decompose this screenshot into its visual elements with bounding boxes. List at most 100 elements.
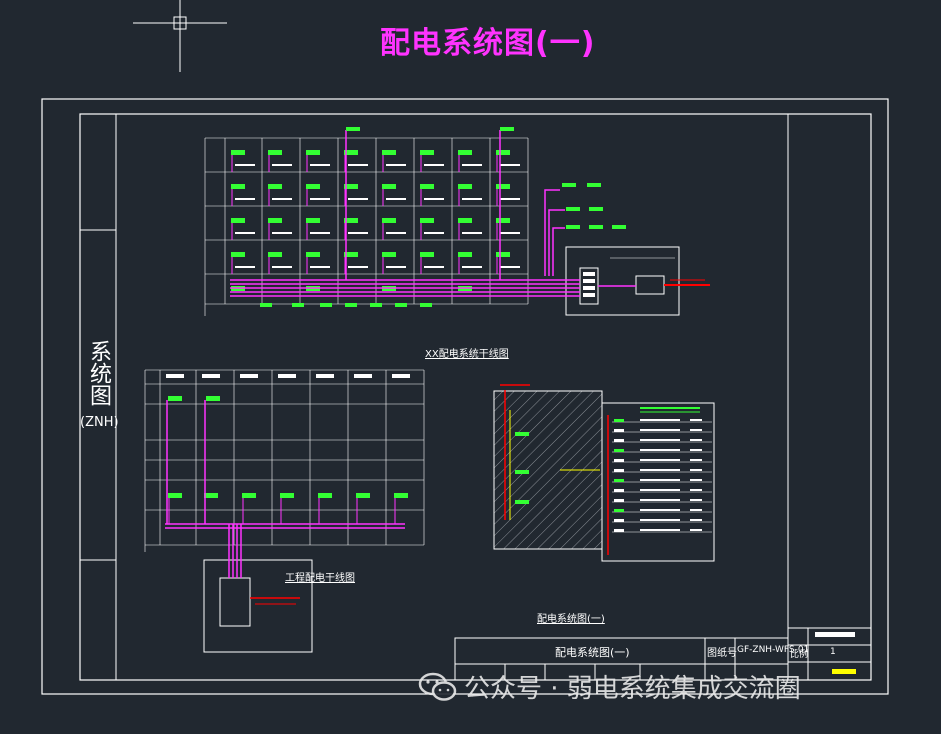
panel-text [500, 232, 520, 234]
column-header [202, 374, 220, 378]
circuit-text [640, 459, 680, 461]
circuit-text [690, 419, 702, 421]
panel-text [424, 266, 444, 268]
panel-text [462, 164, 482, 166]
sidebar-title: 系统图 (ZNH) [80, 340, 119, 432]
panel-label [242, 493, 256, 498]
circuit-text [690, 499, 702, 501]
circuit-text [640, 529, 680, 531]
circuit-text [690, 449, 702, 451]
panel-label [496, 184, 510, 189]
panel-label [458, 252, 472, 257]
panel-label [306, 252, 320, 257]
panel-label [420, 303, 432, 307]
circuit-label [614, 479, 624, 482]
panel-label [306, 184, 320, 189]
panel-label [231, 218, 245, 223]
circuit-label [614, 529, 624, 532]
crosshair-cursor-icon [133, 0, 227, 72]
panel-text [386, 232, 406, 234]
circuit-label [614, 509, 624, 512]
circuit-label [614, 419, 624, 422]
circuit-text [640, 449, 680, 451]
circuit-label [614, 499, 624, 502]
circuit-label [614, 489, 624, 492]
panel-text [235, 266, 255, 268]
panel-label [496, 218, 510, 223]
panel-label [420, 150, 434, 155]
circuit-label [614, 429, 624, 432]
panel-text [310, 232, 330, 234]
circuit-label [614, 469, 624, 472]
column-header [278, 374, 296, 378]
panel-label [382, 184, 396, 189]
panel-label [458, 218, 472, 223]
watermark-text: 公众号 · 弱电系统集成交流圈 [464, 674, 801, 704]
column-header [354, 374, 372, 378]
panel-label [306, 150, 320, 155]
panel-label [168, 493, 182, 498]
panel-text [272, 232, 292, 234]
circuit-text [640, 499, 680, 501]
panel-text [386, 266, 406, 268]
panel-label [420, 252, 434, 257]
title-block-drawing-name: 配电系统图(一) [555, 646, 630, 659]
panel-label [268, 218, 282, 223]
title-block-number-label: 图纸号 [707, 648, 737, 659]
circuit-label [614, 459, 624, 462]
circuit-text [690, 479, 702, 481]
panel-label [420, 218, 434, 223]
panel-label [496, 150, 510, 155]
panel-label [394, 493, 408, 498]
panel-text [462, 266, 482, 268]
panel-label [318, 493, 332, 498]
panel-label [268, 184, 282, 189]
cad-drawing-canvas [41, 0, 889, 695]
panel-label [306, 218, 320, 223]
panel-label [382, 218, 396, 223]
panel-text [500, 164, 520, 166]
upper-diagram-caption: XX配电系统干线图 [425, 349, 509, 360]
circuit-text [640, 479, 680, 481]
panel-text [386, 198, 406, 200]
panel-text [348, 266, 368, 268]
circuit-text [690, 469, 702, 471]
panel-label [345, 303, 357, 307]
panel-text [272, 164, 292, 166]
panel-text [348, 198, 368, 200]
panel-text [348, 232, 368, 234]
panel-label [496, 252, 510, 257]
panel-label [231, 184, 245, 189]
circuit-label [614, 449, 624, 452]
circuit-text [640, 439, 680, 441]
circuit-text [640, 469, 680, 471]
lower-diagram-caption: 工程配电干线图 [285, 573, 355, 584]
panel-label [280, 493, 294, 498]
watermark: 公众号 · 弱电系统集成交流圈 [418, 668, 801, 705]
wechat-icon [418, 672, 457, 701]
main-distribution-box [565, 246, 710, 316]
panel-label [206, 396, 220, 401]
circuit-text [690, 489, 702, 491]
upper-right-branch-labels [346, 127, 626, 229]
panel-text [310, 164, 330, 166]
panel-text [310, 266, 330, 268]
panel-text [424, 164, 444, 166]
panel-text [348, 164, 368, 166]
upper-trunk-bus [230, 130, 580, 297]
title-block-scale-label: 比例 [790, 650, 809, 660]
panel-label [356, 493, 370, 498]
circuit-text [690, 509, 702, 511]
circuit-rows [612, 419, 712, 533]
panel-label [231, 252, 245, 257]
panel-label [204, 493, 218, 498]
panel-label [268, 150, 282, 155]
panel-text [424, 232, 444, 234]
panel-label [458, 150, 472, 155]
panel-label [382, 252, 396, 257]
panel-text [310, 198, 330, 200]
panel-label [268, 252, 282, 257]
lower-trunk-bus [165, 400, 405, 578]
circuit-text [690, 459, 702, 461]
circuit-text [640, 419, 680, 421]
